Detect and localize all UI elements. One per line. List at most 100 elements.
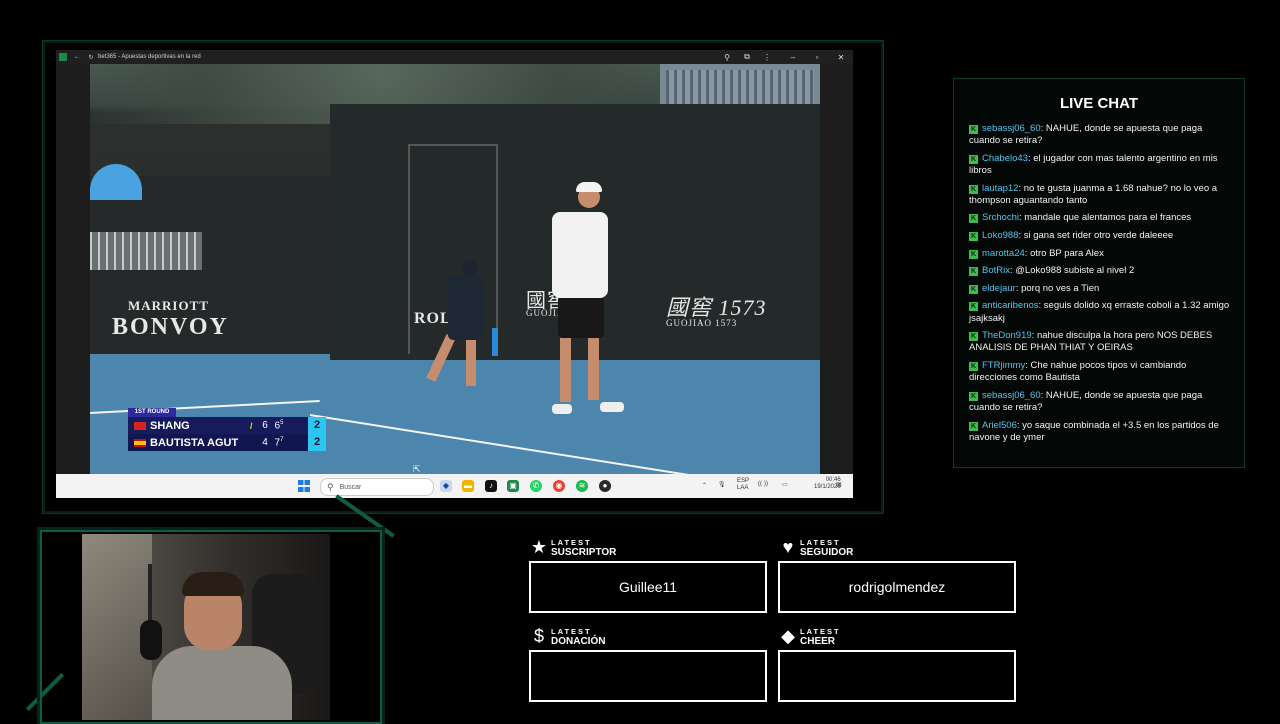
tray-battery-icon[interactable]: ▭ xyxy=(782,481,788,488)
latest-cheer-box xyxy=(778,650,1016,702)
notifications-icon[interactable]: ▤ xyxy=(836,481,842,488)
kick-badge-icon: K xyxy=(969,302,978,312)
set-score: 65 xyxy=(274,419,284,432)
chat-text: mandale que alentamos para el frances xyxy=(1024,212,1192,224)
whatsapp-icon[interactable]: ✆ xyxy=(530,480,542,492)
player-shoe xyxy=(600,402,624,412)
spotify-icon[interactable]: ≋ xyxy=(576,480,588,492)
player-shorts xyxy=(558,296,604,338)
close-button[interactable]: ✕ xyxy=(830,50,852,64)
file-explorer-icon[interactable]: ▬ xyxy=(462,480,474,492)
set-score: 77 xyxy=(274,436,284,449)
keyboard-language[interactable]: ESP LAA xyxy=(737,478,749,492)
obs-icon[interactable]: ● xyxy=(599,480,611,492)
set-score: 6 xyxy=(262,420,268,431)
kick-badge-icon: K xyxy=(969,391,978,401)
more-menu-icon[interactable]: ⋮ xyxy=(756,50,778,64)
score-row-player-2: BAUTISTA AGUT 4 77 2 xyxy=(128,434,326,451)
spain-flag-icon xyxy=(134,438,146,447)
sponsor-marriott: MARRIOTT xyxy=(128,298,209,313)
chat-text: @Loko988 subiste al nivel 2 xyxy=(1015,265,1135,277)
extension-icon[interactable]: ⧉ xyxy=(736,50,758,64)
chat-username[interactable]: BotRix xyxy=(982,265,1010,276)
chat-username[interactable]: Srchochi xyxy=(982,212,1019,223)
chat-message: Keldejaur: porq no ves a Tien xyxy=(969,282,1100,294)
copilot-icon[interactable]: ◆ xyxy=(440,480,452,492)
windows-start-icon[interactable] xyxy=(298,480,310,492)
search-placeholder: Buscar xyxy=(339,483,362,491)
minimize-button[interactable]: – xyxy=(782,50,804,64)
chat-text: otro BP para Alex xyxy=(1030,247,1104,259)
kick-badge-icon: K xyxy=(969,332,978,342)
browser-window: ← ↻ bet365 - Apuestas deportivas en la r… xyxy=(56,50,853,498)
restore-button[interactable]: ▫ xyxy=(806,50,828,64)
game-points: 2 xyxy=(308,417,326,434)
windows-taskbar: ⚲ Buscar ◆ ▬ ♪ ▣ ✆ ◉ ≋ ● ⌃ 🎙 ESP LAA ((·)… xyxy=(56,474,853,498)
player-shirt xyxy=(552,212,608,298)
chat-username[interactable]: lautap12 xyxy=(982,183,1018,194)
chat-text: porq no ves a Tien xyxy=(1021,282,1100,294)
kick-badge-icon: K xyxy=(969,284,978,294)
chat-username[interactable]: TheDon919 xyxy=(982,330,1032,341)
ballkid-leg xyxy=(466,334,476,386)
chat-message: K Chabelo43: el jugador con mas talento a… xyxy=(969,152,1218,176)
star-icon: ★ xyxy=(530,536,548,557)
chat-message: K Ariel506: yo saque combinada el +3.5 en… xyxy=(969,419,1219,443)
player-cap xyxy=(576,182,602,192)
chat-title: LIVE CHAT xyxy=(1059,95,1139,112)
chat-message: K Srchochi: mandale que alentamos para el… xyxy=(969,212,1192,224)
kick-badge-icon: K xyxy=(969,267,978,277)
water-bottle xyxy=(492,328,498,356)
player-name: BAUTISTA AGUT xyxy=(150,436,239,449)
kick-badge-icon: K xyxy=(969,421,978,431)
chat-message: Kmarotta24: otro BP para Alex xyxy=(969,247,1104,259)
ballkid-head xyxy=(462,260,478,276)
chat-message: K TheDon919: nahue disculpa la hora pero … xyxy=(969,330,1213,354)
tray-mic-icon[interactable]: 🎙 xyxy=(718,481,726,488)
latest-donacion-box xyxy=(529,650,767,702)
chat-username[interactable]: FTRjimmy xyxy=(982,360,1025,371)
favicon-icon xyxy=(56,50,70,64)
latest-suscriptor-box: Guillee11 xyxy=(529,561,767,613)
chat-username[interactable]: sebassj06_60 xyxy=(982,123,1041,134)
tray-chevron-icon[interactable]: ⌃ xyxy=(702,482,707,489)
china-flag-icon xyxy=(134,421,146,430)
microphone xyxy=(140,620,162,660)
chat-username[interactable]: marotta24 xyxy=(982,248,1025,259)
player-name: SHANG xyxy=(150,419,190,432)
heart-icon: ♥ xyxy=(782,536,794,557)
score-row-player-1: SHANG / 6 65 2 xyxy=(128,417,326,434)
live-chat-panel: LIVE CHAT Ksebassj06_60: NAHUE, donde se… xyxy=(953,78,1245,468)
chat-username[interactable]: Ariel506 xyxy=(982,420,1017,431)
tennis-video-player[interactable]: MARRIOTT BONVOY ROLEX 國窖 GUOJIAO 國窖 1573… xyxy=(90,64,820,474)
sponsor-guojiao-1573-sub: GUOJIAO 1573 xyxy=(666,318,738,328)
back-arrow-icon[interactable]: ← xyxy=(70,50,84,64)
tiktok-icon[interactable]: ♪ xyxy=(485,480,497,492)
kick-badge-icon: K xyxy=(969,231,978,241)
reload-icon[interactable]: ↻ xyxy=(84,50,98,64)
kick-badge-icon: K xyxy=(969,184,978,194)
game-points: 2 xyxy=(308,434,326,451)
tray-network-icon[interactable]: ((·)) xyxy=(758,481,768,487)
chat-username[interactable]: sebassj06_60 xyxy=(982,390,1041,401)
streamer-body xyxy=(152,646,292,720)
latest-seguidor-box: rodrigolmendez xyxy=(778,561,1016,613)
chat-username[interactable]: eldejaur xyxy=(982,283,1016,294)
chrome-icon[interactable]: ◉ xyxy=(553,480,565,492)
zoom-icon[interactable]: ⚲ xyxy=(716,50,738,64)
search-icon: ⚲ xyxy=(327,481,334,492)
set-score: 4 xyxy=(262,437,268,448)
tab-title: bet365 - Apuestas deportivas en la red xyxy=(98,54,201,60)
chat-username[interactable]: Chabelo43 xyxy=(982,153,1028,164)
webcam-feed xyxy=(82,534,330,720)
kick-badge-icon: K xyxy=(969,154,978,164)
kick-badge-icon: K xyxy=(969,249,978,259)
latest-cheer-label: ◆ LATEST CHEER xyxy=(778,626,841,647)
chat-username[interactable]: anticaribenos xyxy=(982,300,1039,311)
scoreboard: 1ST ROUND SHANG / 6 65 2 BAUTISTA AGUT 4… xyxy=(128,408,326,452)
chat-username[interactable]: Loko988 xyxy=(982,230,1018,241)
serve-indicator-icon: / xyxy=(250,420,253,431)
browser-titlebar: ← ↻ bet365 - Apuestas deportivas en la r… xyxy=(56,50,853,64)
bet365-app-icon[interactable]: ▣ xyxy=(507,480,519,492)
sponsor-bonvoy: BONVOY xyxy=(112,314,229,340)
